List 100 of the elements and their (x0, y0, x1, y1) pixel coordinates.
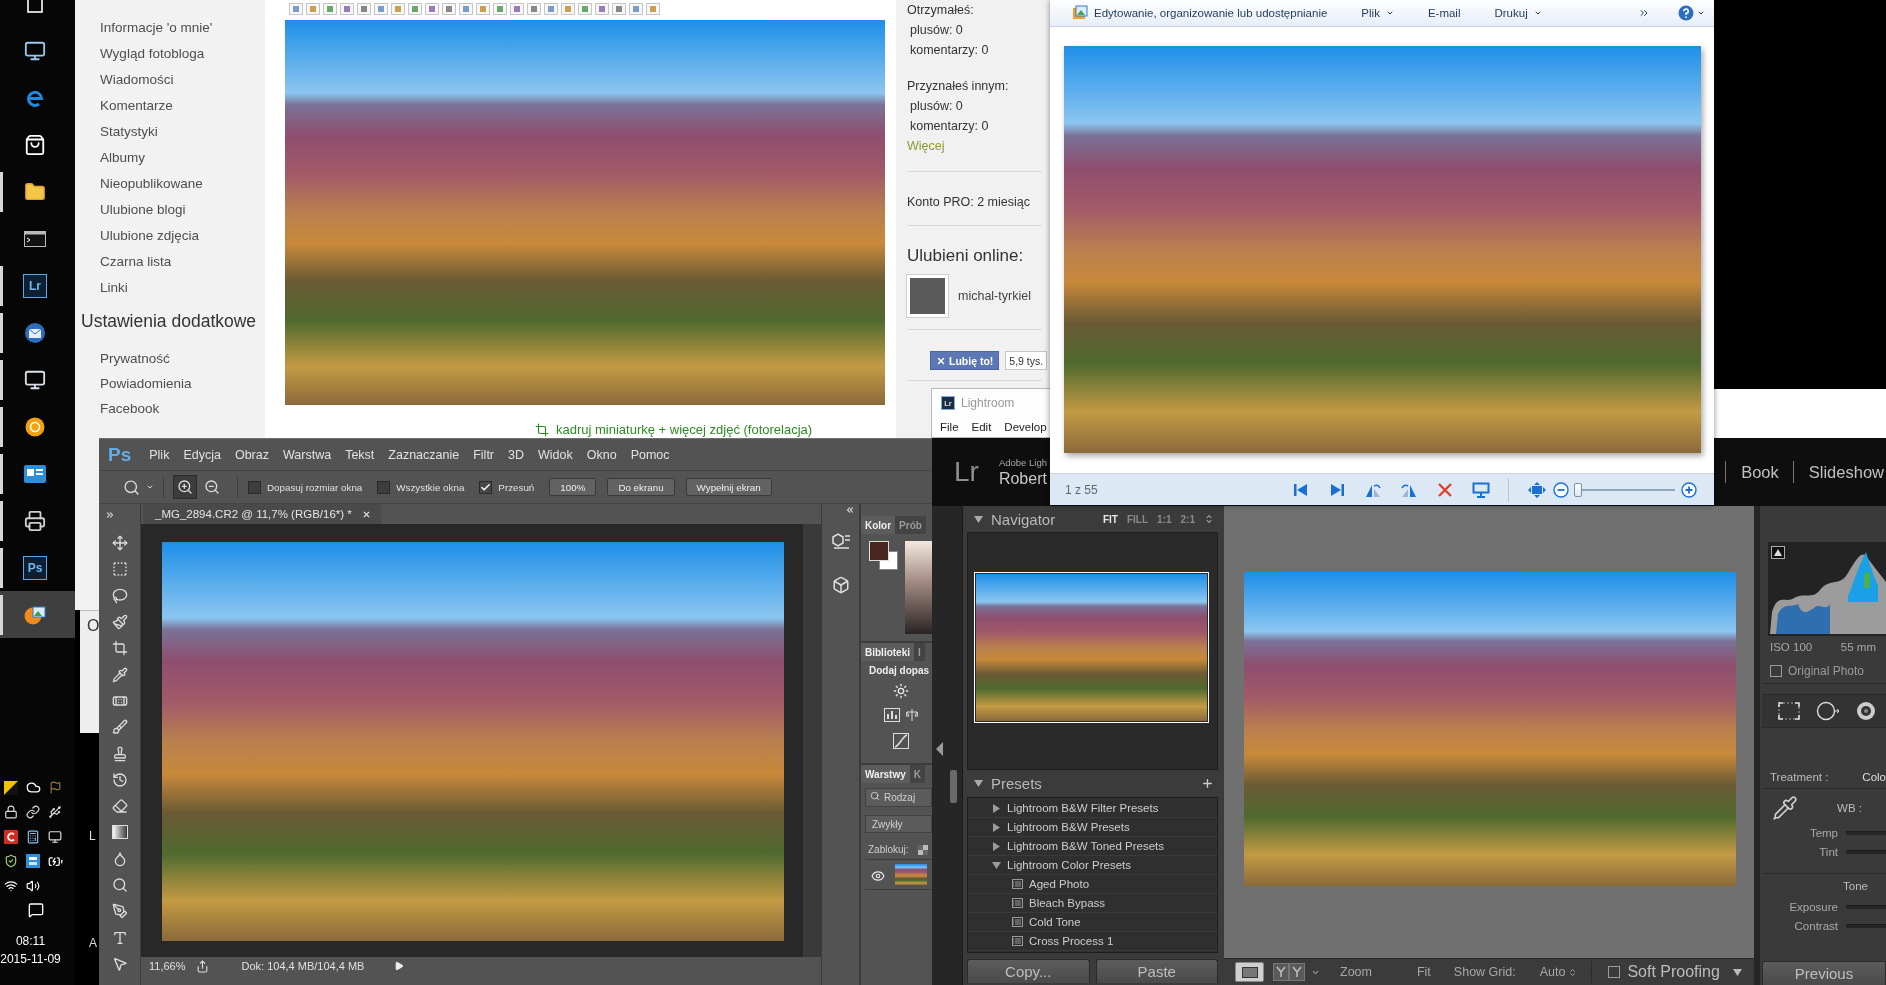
sidebar-link[interactable]: Powiadomienia (100, 376, 192, 392)
list-square-icon[interactable] (26, 854, 40, 869)
menu-item[interactable]: Widok (538, 447, 573, 462)
scale-icon[interactable] (905, 708, 918, 722)
next-icon[interactable] (1328, 481, 1346, 498)
panel-title[interactable]: Presets (991, 775, 1042, 792)
selection-brush-icon[interactable] (111, 614, 128, 631)
checkbox[interactable] (1608, 966, 1621, 978)
preset-folder[interactable]: Lightroom Color Presets (1007, 859, 1131, 871)
crop-icon[interactable] (535, 423, 549, 437)
slideshow-icon[interactable] (1472, 481, 1490, 498)
like-button[interactable]: Lubię to! (930, 351, 1000, 370)
more-icon[interactable] (1638, 7, 1650, 19)
zoom-option[interactable]: FILL (1127, 513, 1149, 525)
close-icon[interactable] (361, 509, 371, 519)
shield-check-icon[interactable] (4, 854, 18, 869)
checkbox-label[interactable]: Wszystkie okna (396, 481, 465, 493)
panel-tab[interactable]: Biblioteki (861, 643, 914, 661)
layer-filter-field[interactable]: Rodzaj (865, 788, 932, 807)
checkbox[interactable] (377, 480, 391, 494)
menu-item[interactable]: Pomoc (630, 447, 670, 462)
add-icon[interactable] (1201, 777, 1214, 790)
sidebar-link[interactable]: Wygląd fotobloga (100, 46, 205, 62)
sidebar-link[interactable]: Nieopublikowane (100, 176, 203, 192)
menu-item[interactable]: Filtr (473, 447, 495, 462)
editor-tool-icon[interactable] (408, 2, 422, 15)
foreground-swatch[interactable] (869, 541, 889, 561)
crop-icon[interactable] (111, 640, 128, 657)
spot-removal-icon[interactable] (1816, 701, 1840, 721)
preset-item[interactable]: Cold Tone (1029, 916, 1081, 928)
editor-tool-icon[interactable] (629, 2, 643, 15)
menu-item[interactable]: Plik (149, 447, 170, 462)
toolbar-menu[interactable]: Drukuj (1494, 7, 1542, 19)
editor-tool-icon[interactable] (459, 2, 473, 15)
usb-icon[interactable] (48, 805, 62, 820)
gradient-icon[interactable] (111, 825, 128, 840)
menu-item[interactable]: Edit (971, 421, 992, 433)
scroll-thumb[interactable] (950, 770, 957, 803)
wifi-icon[interactable] (4, 878, 18, 893)
slider-track[interactable] (1846, 904, 1886, 909)
link-icon[interactable] (26, 805, 40, 820)
sun-icon[interactable] (892, 683, 909, 699)
preset-item[interactable]: Cross Process 1 (1029, 935, 1114, 947)
document-tab[interactable]: _MG_2894.CR2 @ 11,7% (RGB/16*) * (143, 504, 381, 524)
sidebar-link[interactable]: Linki (100, 280, 128, 296)
magnifier-icon[interactable] (111, 877, 128, 893)
zoom-slider[interactable] (1575, 482, 1675, 497)
menu-item[interactable]: Obraz (234, 447, 269, 462)
treatment-option[interactable]: Colo (1862, 770, 1886, 783)
view-button[interactable]: Do ekranu (607, 478, 675, 496)
clock-time[interactable]: 08:11 (15, 932, 46, 950)
up-down-icon[interactable] (1204, 514, 1214, 524)
zoom-option[interactable]: FIT (1103, 513, 1118, 525)
slider-track[interactable] (1846, 923, 1886, 928)
collapse-triangle-icon[interactable] (974, 514, 983, 524)
panel-tab[interactable]: Warstwy (861, 765, 910, 783)
editor-tool-icon[interactable] (578, 2, 592, 15)
panel-tab[interactable]: Kolor (861, 516, 896, 534)
expand-icon[interactable] (105, 510, 115, 520)
view-button[interactable]: Wypełnij ekran (685, 478, 772, 496)
bars-icon[interactable] (883, 708, 900, 722)
panel-tab[interactable]: I (914, 643, 925, 661)
user-link[interactable]: michal-tyrkiel (958, 289, 1031, 303)
taskbar-button[interactable]: Ps (0, 544, 75, 591)
delete-icon[interactable] (1436, 481, 1454, 498)
checkbox[interactable] (479, 480, 493, 494)
previous-button[interactable]: Previous (1762, 961, 1886, 985)
cloud-icon[interactable] (25, 780, 41, 796)
collapse-icon[interactable] (845, 505, 855, 515)
editor-tool-icon[interactable] (374, 2, 388, 15)
expand-triangle-icon[interactable] (992, 803, 1001, 813)
panel-button[interactable]: Copy... (967, 959, 1090, 983)
editor-tool-icon[interactable] (289, 2, 303, 15)
editor-tool-icon[interactable] (510, 2, 524, 15)
stamp-icon[interactable] (111, 745, 128, 762)
pointer-icon[interactable] (111, 955, 128, 972)
sidebar-link[interactable]: Ulubione blogi (100, 202, 186, 218)
panel-button[interactable]: Paste (1095, 959, 1218, 983)
crop-overlay-icon[interactable] (1778, 702, 1800, 720)
checkbox-label[interactable]: Dopasuj rozmiar okna (267, 481, 363, 493)
view-button[interactable]: 100% (549, 478, 597, 496)
grid-dropdown[interactable]: Auto (1539, 965, 1578, 979)
toolbar-menu[interactable]: Plik (1361, 7, 1394, 19)
blend-mode-dropdown[interactable]: Zwykły (865, 815, 932, 833)
menu-item[interactable]: Warstwa (283, 447, 332, 462)
layer-thumbnail[interactable] (895, 864, 927, 885)
sidebar-link[interactable]: Czarna lista (100, 254, 172, 270)
editor-tool-icon[interactable] (595, 2, 609, 15)
taskbar-button[interactable]: Lr (0, 262, 75, 309)
sidebar-link[interactable]: Wiadomości (100, 72, 174, 88)
editor-tool-icon[interactable] (323, 2, 337, 15)
help-button[interactable] (1678, 5, 1705, 21)
brush-icon[interactable] (111, 719, 128, 736)
menu-item[interactable]: Tekst (345, 447, 375, 462)
sidebar-link[interactable]: Ulubione zdjęcia (100, 228, 200, 244)
sidebar-link[interactable]: Informacje 'o mnie' (100, 20, 213, 36)
menu-item[interactable]: 3D (508, 447, 524, 462)
checkbox-label[interactable]: Przesuń (498, 481, 535, 493)
preset-item[interactable]: Bleach Bypass (1029, 897, 1106, 909)
collapse-triangle-icon[interactable] (936, 742, 943, 756)
